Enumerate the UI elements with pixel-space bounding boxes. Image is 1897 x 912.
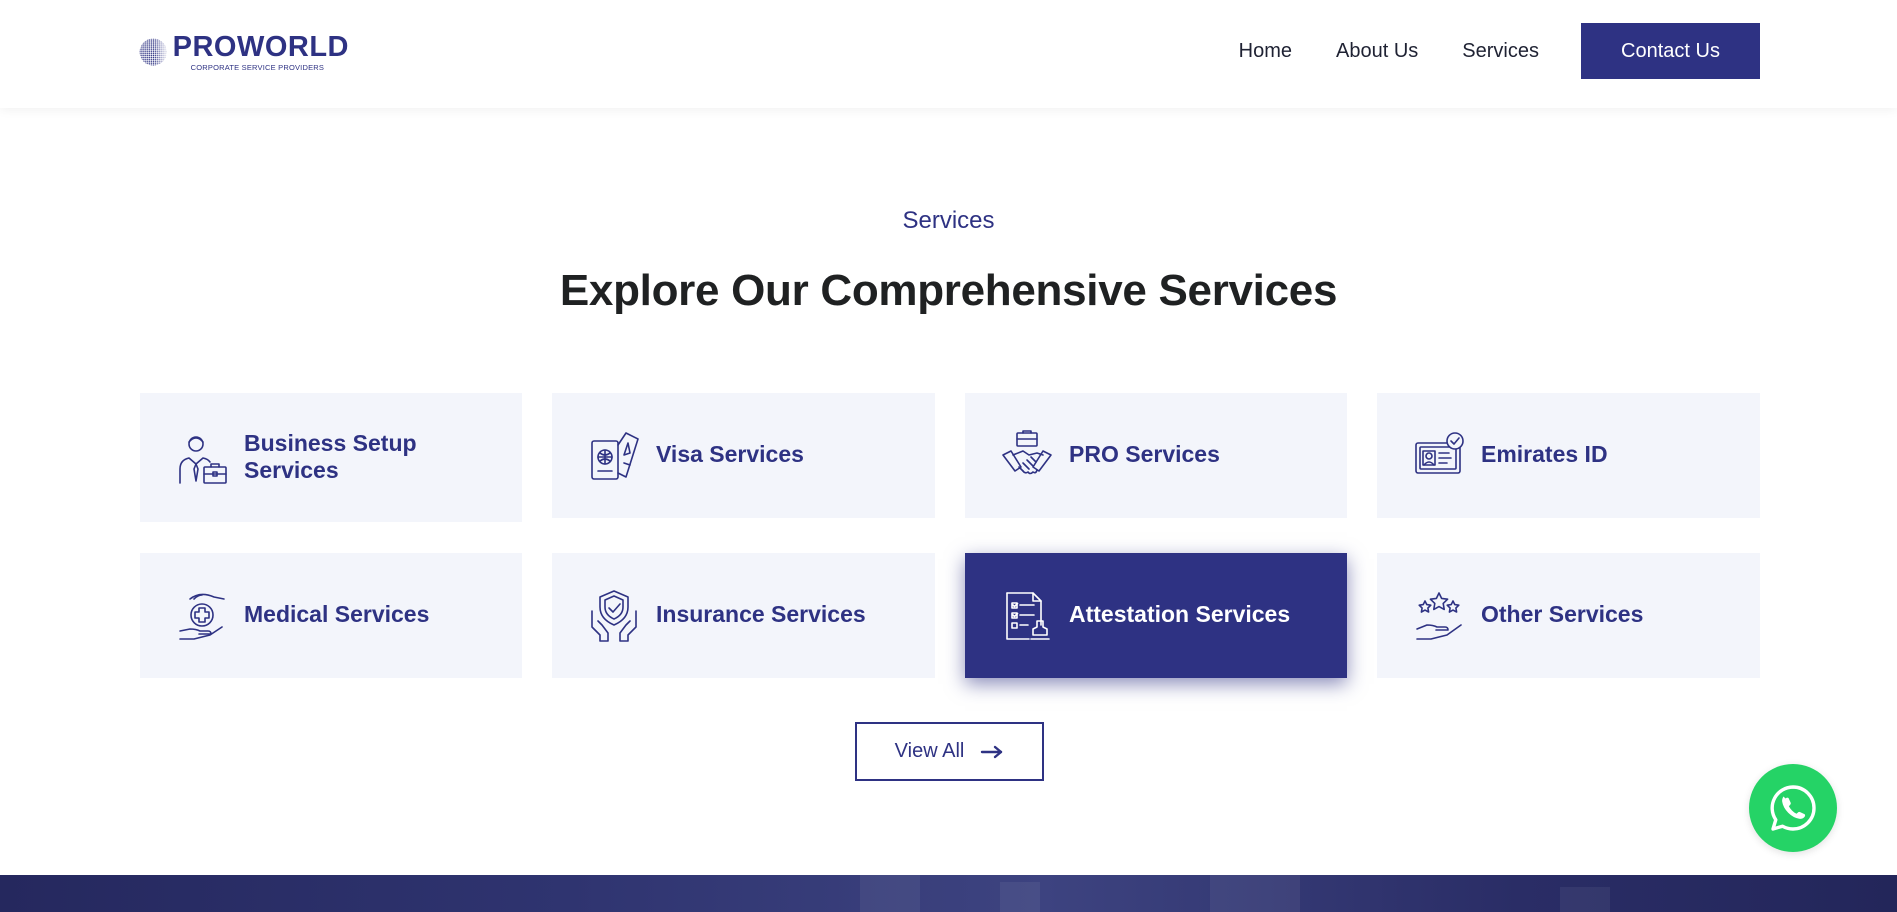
shield-hands-icon [591, 590, 637, 642]
passport-icon [591, 432, 639, 480]
service-card-visa[interactable]: Visa Services [552, 393, 935, 518]
handshake-icon [1002, 430, 1052, 475]
section-title: Explore Our Comprehensive Services [559, 266, 1338, 315]
view-all-button[interactable]: View All [855, 722, 1044, 781]
businessman-briefcase-icon [179, 436, 227, 484]
brand-tagline: CORPORATE SERVICE PROVIDERS [190, 63, 325, 72]
service-label: Business Setup Services [244, 430, 417, 484]
service-card-other[interactable]: Other Services [1377, 553, 1760, 678]
service-card-medical[interactable]: Medical Services [140, 553, 522, 678]
logo[interactable]: PROWORLD CORPORATE SERVICE PROVIDERS [139, 24, 349, 80]
service-label: Visa Services [656, 441, 804, 467]
medical-hand-icon [179, 593, 225, 640]
service-card-insurance[interactable]: Insurance Services [552, 553, 935, 678]
site-header: PROWORLD CORPORATE SERVICE PROVIDERS Hom… [0, 0, 1897, 108]
footer-banner-image [0, 875, 1897, 912]
service-label-line: Services [244, 457, 339, 483]
service-label: Other Services [1481, 601, 1644, 627]
service-label: PRO Services [1069, 441, 1220, 467]
service-label: Emirates ID [1481, 441, 1608, 467]
service-card-attestation[interactable]: Attestation Services [965, 553, 1347, 678]
service-card-emirates-id[interactable]: Emirates ID [1377, 393, 1760, 518]
service-card-pro[interactable]: PRO Services [965, 393, 1347, 518]
service-label: Insurance Services [656, 601, 866, 627]
service-card-business-setup[interactable]: Business Setup Services [140, 393, 522, 522]
whatsapp-icon [1770, 785, 1816, 831]
service-label-line: Business Setup [244, 430, 417, 456]
nav-home[interactable]: Home [1239, 40, 1292, 63]
service-label: Medical Services [244, 601, 430, 627]
whatsapp-button[interactable] [1749, 764, 1837, 852]
service-label: Attestation Services [1069, 601, 1291, 627]
contact-us-button[interactable]: Contact Us [1581, 23, 1760, 79]
main-nav: Home About Us Services Contact Us [1239, 23, 1760, 79]
arrow-right-icon [981, 745, 1003, 758]
view-all-label: View All [894, 740, 965, 762]
globe-logo-icon [139, 38, 167, 66]
stars-hand-icon [1416, 592, 1462, 640]
nav-services[interactable]: Services [1462, 40, 1539, 63]
section-eyebrow: Services [902, 207, 995, 234]
nav-about-us[interactable]: About Us [1336, 40, 1418, 63]
id-card-icon [1415, 432, 1464, 474]
brand-name: PROWORLD [172, 31, 349, 63]
document-stamp-icon [1006, 592, 1050, 640]
